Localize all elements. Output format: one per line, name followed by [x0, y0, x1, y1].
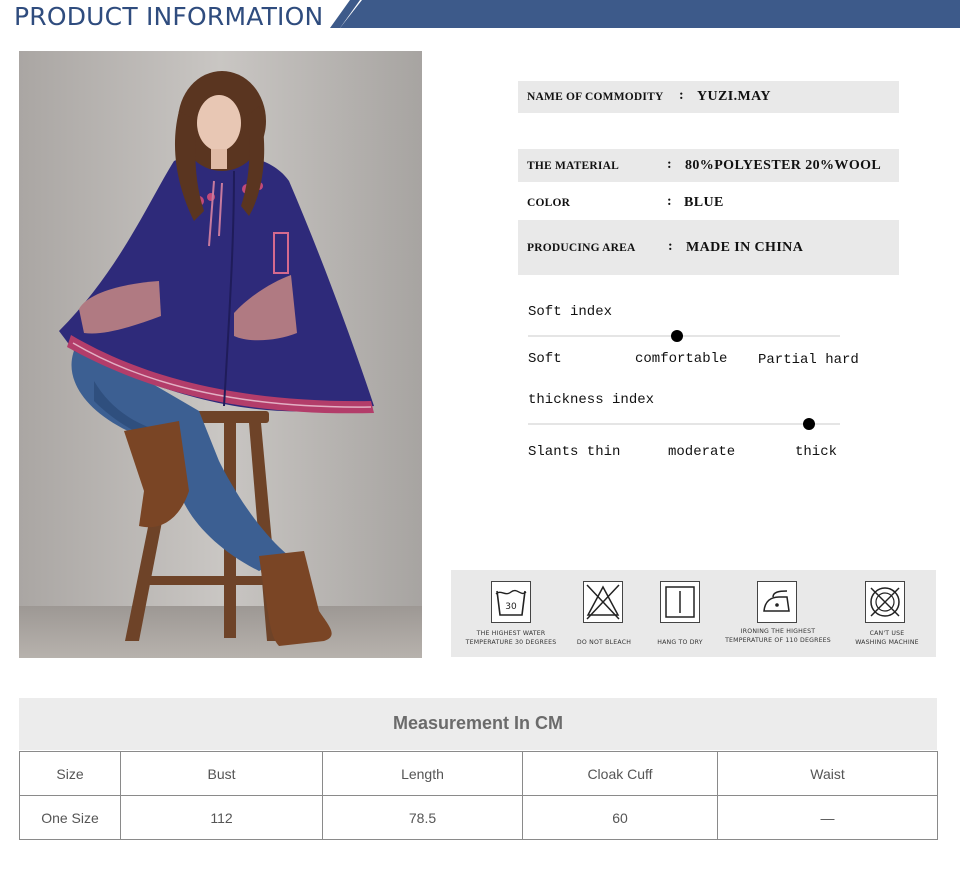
table-cell: One Size	[19, 795, 121, 840]
product-photo	[19, 51, 422, 658]
thickness-index-track	[528, 423, 840, 425]
column-header: Waist	[717, 751, 938, 796]
info-row-color: COLOR : BLUE	[518, 186, 899, 218]
column-header: Cloak Cuff	[522, 751, 718, 796]
thickness-index-label-moderate: moderate	[668, 444, 736, 460]
soft-index-title: Soft index	[528, 304, 613, 320]
care-item-iron: IRONING THE HIGHEST TEMPERATURE OF 110 D…	[715, 570, 841, 657]
care-label-line: TEMPERATURE OF 110 DEGREES	[725, 637, 831, 644]
soft-index-label-comfortable: comfortable	[635, 351, 728, 367]
table-cell: 112	[120, 795, 323, 840]
no-bleach-icon	[583, 581, 623, 623]
info-key: NAME OF COMMODITY	[527, 91, 664, 103]
care-label-line: IRONING THE HIGHEST	[740, 628, 816, 635]
soft-index-label-partial-hard: Partial hard	[758, 352, 859, 368]
table-header-row: Size Bust Length Cloak Cuff Waist	[19, 751, 938, 796]
care-label-line: CAN'T USE	[869, 630, 905, 637]
table-cell: 78.5	[322, 795, 523, 840]
info-key: PRODUCING AREA	[527, 242, 636, 254]
soft-index-track	[528, 335, 840, 337]
info-row-producing-area: PRODUCING AREA : MADE IN CHINA	[518, 220, 899, 275]
info-value: MADE IN CHINA	[686, 240, 804, 255]
care-label-line: HANG TO DRY	[657, 639, 703, 646]
care-label: HANG TO DRY	[647, 629, 713, 647]
care-label-line	[647, 629, 713, 638]
thickness-index-title: thickness index	[528, 392, 655, 408]
care-instructions-panel: 30 THE HIGHEST WATER TEMPERATURE 30 DEGR…	[451, 570, 936, 657]
no-machine-wash-icon	[865, 581, 905, 623]
info-row-commodity: NAME OF COMMODITY : YUZI.MAY	[518, 81, 899, 113]
measurement-title: Measurement In CM	[19, 698, 937, 750]
care-label-line	[571, 629, 637, 638]
care-label-line: WASHING MACHINE	[855, 639, 919, 646]
care-item-machine: CAN'T USE WASHING MACHINE	[843, 570, 931, 657]
care-label: DO NOT BLEACH	[571, 629, 637, 647]
table-cell: —	[717, 795, 938, 840]
care-item-wash: 30 THE HIGHEST WATER TEMPERATURE 30 DEGR…	[451, 570, 571, 657]
care-item-dry: HANG TO DRY	[647, 570, 713, 657]
care-label-line: TEMPERATURE 30 DEGREES	[465, 639, 557, 646]
care-label: THE HIGHEST WATER TEMPERATURE 30 DEGREES	[451, 629, 571, 647]
info-value: YUZI.MAY	[697, 89, 771, 104]
thickness-index-label-thick: thick	[795, 444, 838, 460]
column-header: Size	[19, 751, 121, 796]
care-item-bleach: DO NOT BLEACH	[571, 570, 637, 657]
column-header: Bust	[120, 751, 323, 796]
info-colon: :	[667, 157, 672, 172]
info-key: THE MATERIAL	[527, 160, 619, 172]
info-value: BLUE	[684, 195, 724, 210]
soft-index-marker	[671, 330, 683, 342]
wash-30-icon: 30	[491, 581, 531, 623]
page-title: PRODUCT INFORMATION	[14, 2, 324, 31]
info-value: 80%POLYESTER 20%WOOL	[685, 158, 882, 173]
care-label: IRONING THE HIGHEST TEMPERATURE OF 110 D…	[715, 627, 841, 645]
care-label: CAN'T USE WASHING MACHINE	[843, 629, 931, 647]
table-row: One Size 112 78.5 60 —	[19, 795, 938, 840]
info-key: COLOR	[527, 197, 571, 209]
care-label-line: THE HIGHEST WATER	[476, 630, 546, 637]
hang-dry-icon	[660, 581, 700, 623]
info-row-material: THE MATERIAL : 80%POLYESTER 20%WOOL	[518, 149, 899, 182]
table-cell: 60	[522, 795, 718, 840]
care-label-line: DO NOT BLEACH	[576, 639, 632, 646]
soft-index-label-soft: Soft	[528, 351, 562, 367]
info-colon: :	[667, 194, 672, 209]
info-colon: :	[679, 88, 684, 103]
measurement-table: Size Bust Length Cloak Cuff Waist One Si…	[19, 751, 938, 840]
thickness-index-marker	[803, 418, 815, 430]
thickness-index-label-thin: Slants thin	[528, 444, 621, 460]
column-header: Length	[322, 751, 523, 796]
wash-temp-text: 30	[505, 602, 517, 612]
info-colon: :	[668, 239, 673, 254]
iron-110-icon	[757, 581, 797, 623]
